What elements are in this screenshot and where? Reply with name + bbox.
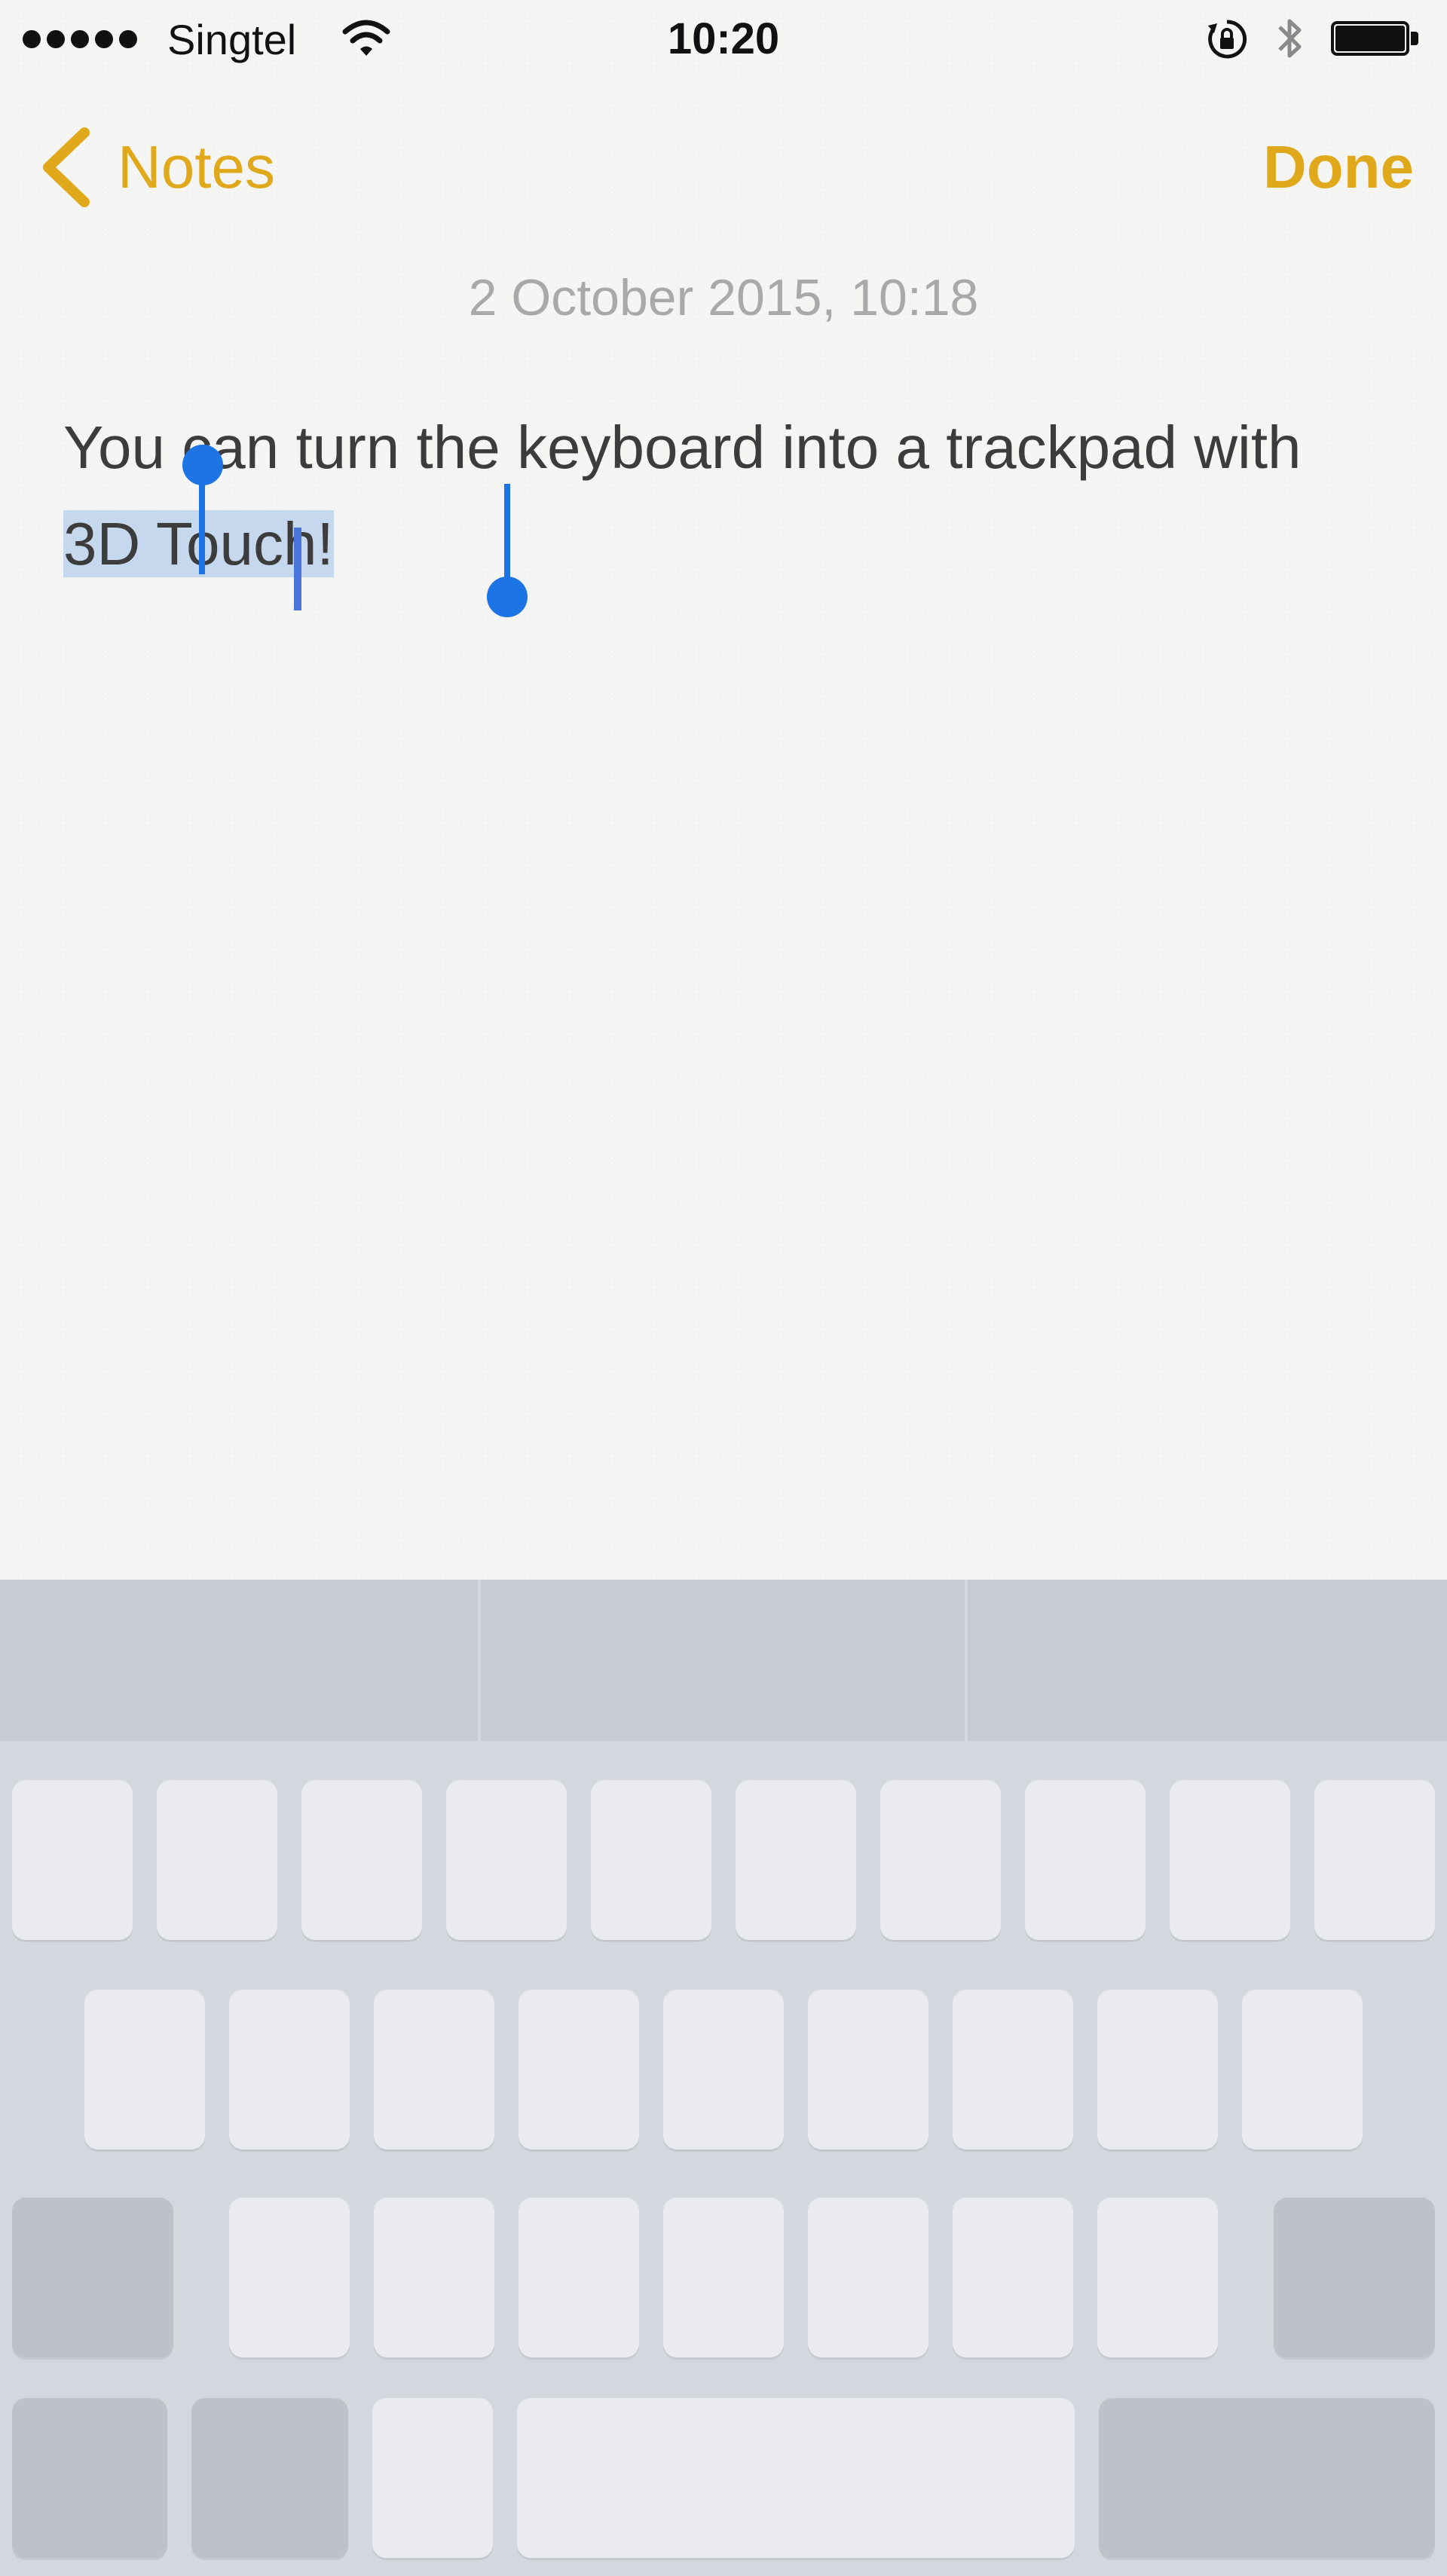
battery-fill [1335, 26, 1405, 51]
key-blank[interactable] [880, 1780, 1001, 1940]
key-blank[interactable] [1314, 1780, 1435, 1940]
note-paper-background [0, 0, 1447, 1580]
prediction-slot[interactable] [0, 1580, 478, 1741]
key-blank[interactable] [519, 1990, 639, 2149]
key-blank[interactable] [1025, 1780, 1146, 1940]
key-blank[interactable] [808, 2198, 928, 2357]
numbers-key[interactable] [12, 2398, 167, 2558]
prediction-slot[interactable] [968, 1580, 1447, 1741]
delete-key[interactable] [1274, 2198, 1435, 2357]
key-blank[interactable] [374, 1990, 494, 2149]
key-blank[interactable] [12, 1780, 133, 1940]
keyboard-trackpad[interactable] [0, 1580, 1447, 2576]
key-blank[interactable] [1170, 1780, 1290, 1940]
selection-start-line [199, 467, 205, 574]
key-blank[interactable] [953, 2198, 1073, 2357]
key-blank[interactable] [1097, 2198, 1218, 2357]
back-to-notes-button[interactable]: Notes [38, 122, 275, 213]
selection-end-handle[interactable] [487, 577, 528, 617]
key-blank[interactable] [519, 2198, 639, 2357]
key-blank[interactable] [663, 2198, 784, 2357]
note-date: 2 October 2015, 10:18 [468, 269, 979, 326]
back-button-label: Notes [118, 133, 275, 200]
dictation-key[interactable] [372, 2398, 493, 2558]
key-blank[interactable] [446, 1780, 567, 1940]
text-cursor [294, 528, 301, 610]
status-bar: Singtel 10:20 [0, 0, 1447, 75]
key-blank[interactable] [1097, 1990, 1218, 2149]
prediction-slot[interactable] [481, 1580, 965, 1741]
key-blank[interactable] [736, 1780, 856, 1940]
key-blank[interactable] [1242, 1990, 1363, 2149]
space-key[interactable] [517, 2398, 1075, 2558]
key-blank[interactable] [84, 1990, 205, 2149]
key-blank[interactable] [301, 1780, 422, 1940]
shift-key[interactable] [12, 2198, 173, 2357]
note-text-area[interactable]: You can turn the keyboard into a trackpa… [63, 399, 1390, 592]
key-blank[interactable] [157, 1780, 277, 1940]
return-key[interactable] [1099, 2398, 1435, 2558]
key-blank[interactable] [229, 2198, 350, 2357]
globe-key[interactable] [191, 2398, 348, 2558]
chevron-left-icon [43, 127, 90, 207]
key-blank[interactable] [374, 2198, 494, 2357]
selection-end-line [504, 484, 510, 588]
predictive-bar [0, 1580, 1447, 1741]
key-blank[interactable] [808, 1990, 928, 2149]
key-blank[interactable] [229, 1990, 350, 2149]
orientation-lock-icon [1208, 20, 1247, 59]
note-text: You can turn the keyboard into a trackpa… [63, 414, 1302, 481]
done-button[interactable]: Done [1263, 122, 1414, 213]
key-blank[interactable] [591, 1780, 711, 1940]
key-blank[interactable] [953, 1990, 1073, 2149]
bluetooth-icon [1278, 19, 1302, 58]
battery-icon [1331, 21, 1420, 56]
key-blank[interactable] [663, 1990, 784, 2149]
